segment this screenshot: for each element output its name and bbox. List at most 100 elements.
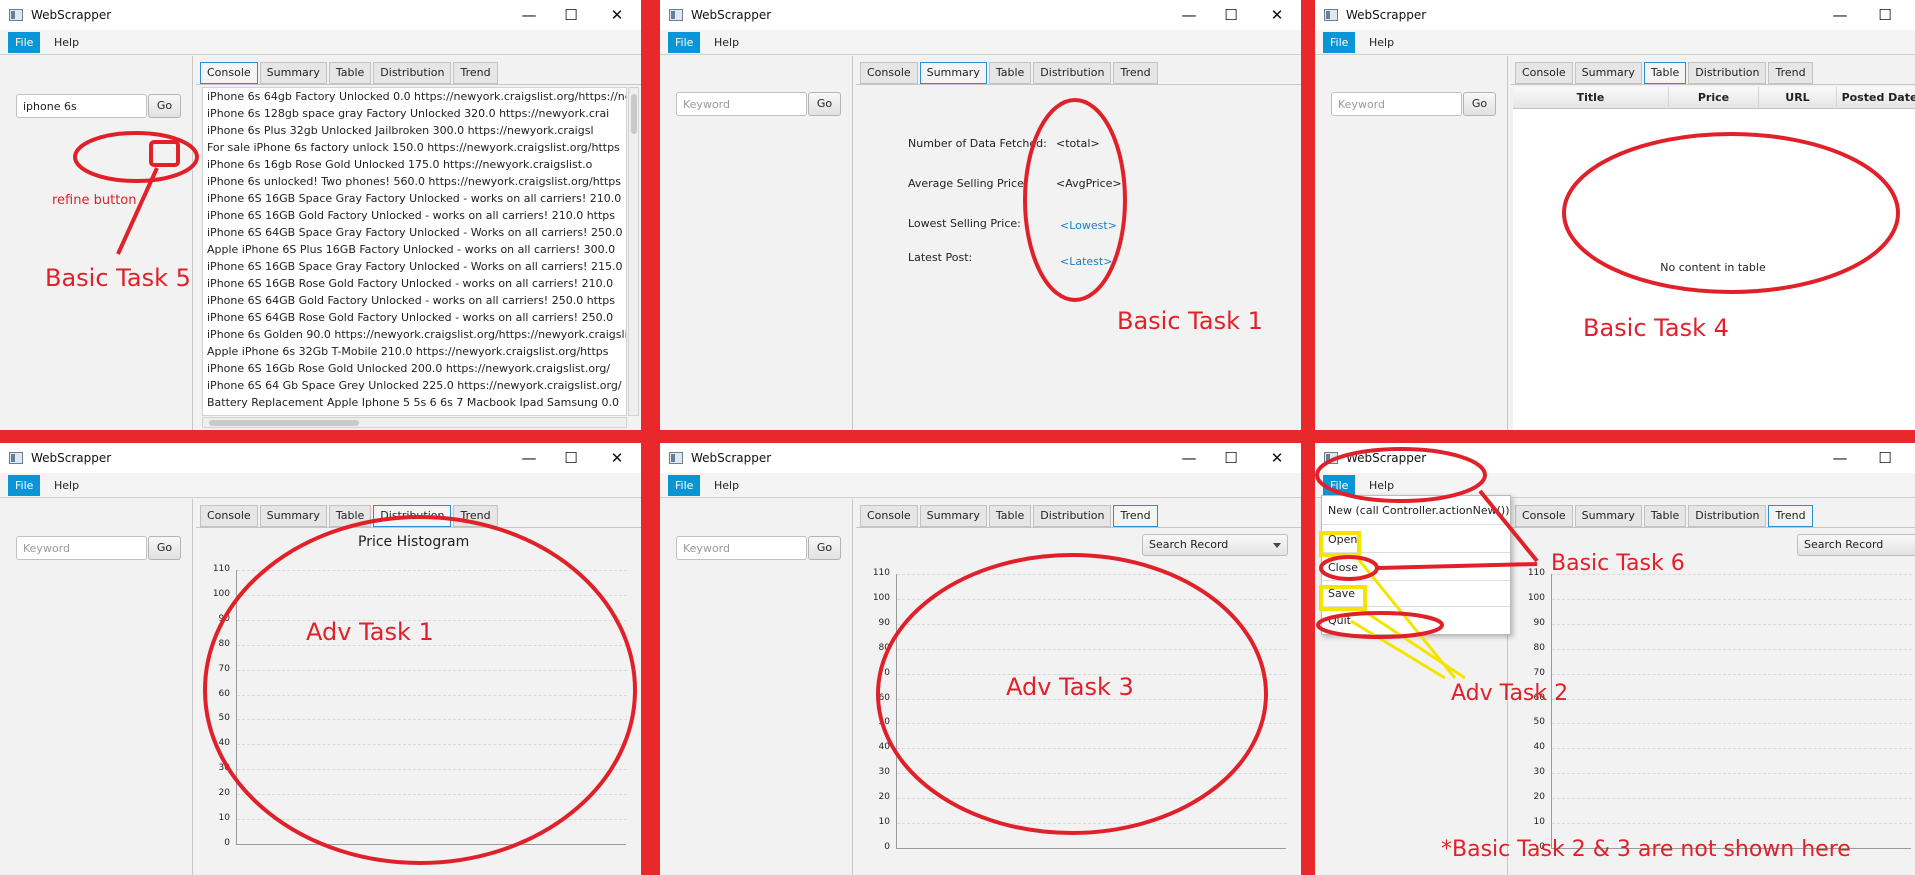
menu-help[interactable]: Help — [707, 475, 746, 496]
tab-summary[interactable]: Summary — [1574, 505, 1642, 527]
close-button[interactable]: ✕ — [1266, 4, 1288, 26]
y-axis — [896, 574, 897, 848]
go-button[interactable]: Go — [148, 94, 181, 118]
tab-table[interactable]: Table — [328, 505, 372, 527]
tab-trend[interactable]: Trend — [1768, 505, 1813, 527]
tab-console[interactable]: Console — [200, 62, 258, 84]
close-button[interactable]: ✕ — [1266, 447, 1288, 469]
tab-console[interactable]: Console — [1515, 505, 1573, 527]
maximize-button[interactable]: ☐ — [560, 4, 582, 26]
menu-file[interactable]: File — [8, 32, 41, 53]
tab-pane: Console Summary Table Distribution Trend Tit… — [1511, 58, 1915, 430]
maximize-button[interactable]: ☐ — [1874, 4, 1896, 26]
console-line: Apple iPhone 6S Plus 16GB Factory Unlock… — [207, 243, 616, 256]
column-url[interactable]: URL — [1759, 87, 1837, 109]
menu-file[interactable]: File — [1323, 32, 1356, 53]
summary-link-latest[interactable]: <Latest> — [1060, 255, 1112, 268]
menu-help[interactable]: Help — [47, 475, 86, 496]
console-output[interactable]: iPhone 6s 64gb Factory Unlocked 0.0 http… — [202, 87, 627, 416]
column-price[interactable]: Price — [1669, 87, 1759, 109]
vertical-scrollbar[interactable] — [628, 87, 639, 416]
menu-file[interactable]: File — [8, 475, 41, 496]
tab-summary[interactable]: Summary — [919, 62, 987, 84]
column-title[interactable]: Title — [1513, 87, 1669, 109]
tab-trend[interactable]: Trend — [453, 505, 498, 527]
menu-file[interactable]: File — [668, 32, 701, 53]
tab-console[interactable]: Console — [200, 505, 258, 527]
maximize-button[interactable]: ☐ — [1874, 447, 1896, 469]
menu-item-new[interactable]: New (call Controller.actionNew()) — [1322, 500, 1510, 522]
tab-distribution[interactable]: Distribution — [373, 505, 452, 527]
minimize-button[interactable]: — — [1178, 4, 1200, 26]
tab-table[interactable]: Table — [1643, 505, 1687, 527]
menu-file[interactable]: File — [1323, 475, 1356, 496]
tab-trend[interactable]: Trend — [1113, 505, 1158, 527]
minimize-button[interactable]: — — [1829, 4, 1851, 26]
menu-item-quit[interactable]: Quit — [1322, 610, 1510, 632]
tab-table[interactable]: Table — [328, 62, 372, 84]
close-button[interactable]: ✕ — [606, 4, 628, 26]
title-bar: WebScrapper — ☐ ✕ — [0, 0, 641, 30]
search-record-combo[interactable]: Search Record — [1797, 534, 1915, 556]
menu-item-open[interactable]: Open — [1322, 529, 1510, 551]
tab-console[interactable]: Console — [860, 505, 918, 527]
keyword-input[interactable] — [676, 92, 807, 116]
app-icon — [1324, 452, 1338, 464]
tab-summary[interactable]: Summary — [259, 505, 327, 527]
minimize-button[interactable]: — — [518, 447, 540, 469]
tab-summary[interactable]: Summary — [259, 62, 327, 84]
search-record-combo[interactable]: Search Record — [1142, 534, 1288, 556]
tab-summary[interactable]: Summary — [919, 505, 987, 527]
tab-trend[interactable]: Trend — [1113, 62, 1158, 84]
horizontal-scrollbar[interactable] — [202, 417, 627, 428]
search-panel: Go — [0, 499, 193, 875]
minimize-button[interactable]: — — [518, 4, 540, 26]
go-button[interactable]: Go — [148, 536, 181, 560]
summary-link-lowest[interactable]: <Lowest> — [1060, 219, 1117, 232]
search-panel: Go — [0, 56, 193, 430]
grid-line — [1552, 623, 1912, 625]
trend-chart: Search Record 0 10 20 30 40 50 60 70 80 90 100 110 — [856, 527, 1301, 875]
close-button[interactable]: ✕ — [606, 447, 628, 469]
tab-distribution[interactable]: Distribution — [1688, 62, 1767, 84]
tab-summary[interactable]: Summary — [1574, 62, 1642, 84]
tab-distribution[interactable]: Distribution — [373, 62, 452, 84]
minimize-button[interactable]: — — [1829, 447, 1851, 469]
tab-distribution[interactable]: Distribution — [1033, 62, 1112, 84]
keyword-input[interactable] — [16, 94, 147, 118]
annotation-basic-task-4: Basic Task 4 — [1583, 314, 1729, 342]
tab-distribution[interactable]: Distribution — [1033, 505, 1112, 527]
menu-separator — [1322, 524, 1510, 525]
maximize-button[interactable]: ☐ — [1220, 4, 1242, 26]
scroll-thumb[interactable] — [631, 94, 637, 134]
console-line: iPhone 6S 16GB Space Gray Factory Unlock… — [207, 260, 623, 273]
tab-table[interactable]: Table — [988, 505, 1032, 527]
tab-console[interactable]: Console — [860, 62, 918, 84]
combo-value: Search Record — [1804, 538, 1884, 551]
menu-item-save[interactable]: Save — [1322, 583, 1510, 605]
keyword-input[interactable] — [16, 536, 147, 560]
tab-table[interactable]: Table — [1643, 62, 1687, 84]
go-button[interactable]: Go — [808, 536, 841, 560]
menu-file[interactable]: File — [668, 475, 701, 496]
keyword-input[interactable] — [1331, 92, 1462, 116]
maximize-button[interactable]: ☐ — [1220, 447, 1242, 469]
scroll-thumb[interactable] — [209, 420, 359, 426]
minimize-button[interactable]: — — [1178, 447, 1200, 469]
menu-item-close[interactable]: Close — [1322, 557, 1510, 579]
keyword-input[interactable] — [676, 536, 807, 560]
tab-distribution[interactable]: Distribution — [1688, 505, 1767, 527]
go-button[interactable]: Go — [808, 92, 841, 116]
menu-help[interactable]: Help — [47, 32, 86, 53]
tab-console[interactable]: Console — [1515, 62, 1573, 84]
menu-help[interactable]: Help — [1362, 32, 1401, 53]
menu-help[interactable]: Help — [1362, 475, 1401, 496]
tab-table[interactable]: Table — [988, 62, 1032, 84]
menu-help[interactable]: Help — [707, 32, 746, 53]
tab-trend[interactable]: Trend — [453, 62, 498, 84]
column-posted-date[interactable]: Posted Date — [1837, 87, 1915, 109]
tab-trend[interactable]: Trend — [1768, 62, 1813, 84]
window-title: WebScrapper — [1346, 451, 1427, 465]
maximize-button[interactable]: ☐ — [560, 447, 582, 469]
go-button[interactable]: Go — [1463, 92, 1496, 116]
